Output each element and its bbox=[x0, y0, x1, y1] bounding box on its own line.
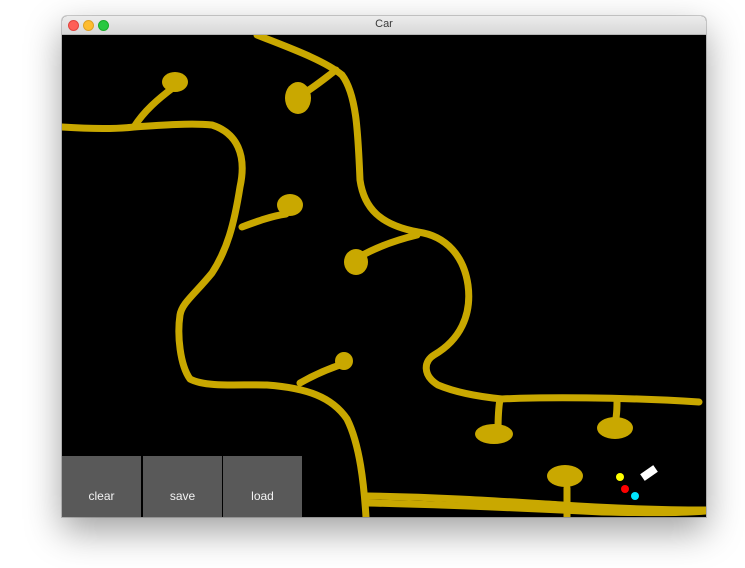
save-button-label: save bbox=[169, 488, 196, 503]
blob-5 bbox=[335, 352, 353, 370]
drawing-canvas[interactable]: clear save load bbox=[62, 35, 706, 517]
title-bar[interactable]: Car bbox=[62, 16, 706, 35]
clear-button-label: clear bbox=[88, 488, 115, 503]
car-sensor-red bbox=[621, 485, 629, 493]
branch-3 bbox=[238, 210, 290, 231]
blob-6 bbox=[475, 424, 513, 444]
blob-2 bbox=[285, 82, 311, 114]
canvas-svg[interactable] bbox=[62, 35, 706, 517]
blob-7 bbox=[597, 417, 633, 439]
track-strokes bbox=[62, 35, 706, 517]
blob-4 bbox=[344, 249, 368, 275]
app-window: Car clear save load bbox=[62, 16, 706, 517]
save-button[interactable]: save bbox=[143, 456, 222, 517]
load-button[interactable]: load bbox=[223, 456, 302, 517]
branch-1 bbox=[130, 83, 178, 131]
blob-1 bbox=[162, 72, 188, 92]
car-body[interactable] bbox=[640, 465, 658, 481]
car[interactable] bbox=[616, 465, 658, 500]
clear-button[interactable]: clear bbox=[62, 456, 141, 517]
blob-8 bbox=[547, 465, 583, 487]
track-boundary-right bbox=[253, 35, 703, 406]
window-title: Car bbox=[375, 18, 393, 30]
car-sensor-cyan bbox=[631, 492, 639, 500]
load-button-label: load bbox=[251, 488, 274, 503]
car-sensor-yellow bbox=[616, 473, 624, 481]
blob-3 bbox=[277, 194, 303, 216]
